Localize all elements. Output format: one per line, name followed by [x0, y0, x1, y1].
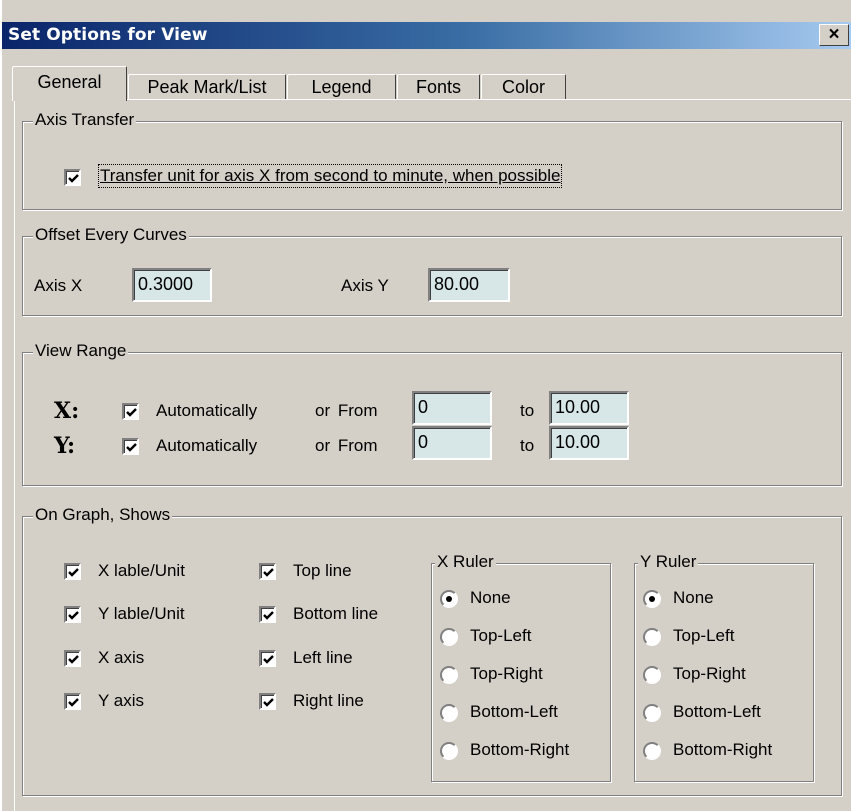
transfer-unit-label[interactable]: Transfer unit for axis X from second to … — [97, 164, 563, 188]
x-automatic-label: Automatically — [156, 401, 258, 420]
y-ruler-bottom-left-label: Bottom-Left — [673, 702, 761, 721]
on-graph-title: On Graph, Shows — [33, 505, 173, 525]
x-ruler-bottom-right-radio[interactable] — [440, 742, 458, 760]
y-label-unit-checkbox[interactable] — [64, 606, 81, 623]
tab-color[interactable]: Color — [481, 74, 566, 100]
x-from-label: or From — [315, 401, 378, 420]
y-ruler-bottom-right-radio[interactable] — [643, 742, 661, 760]
x-range-label: X: — [54, 398, 80, 424]
y-automatic-label: Automatically — [156, 436, 258, 455]
offset-axis-x-label: Axis X — [34, 276, 83, 295]
y-ruler-none-label: None — [673, 588, 714, 607]
offset-group: Offset Every Curves Axis X 0.3000 Axis Y… — [22, 225, 842, 316]
x-ruler-none-label: None — [470, 588, 511, 607]
y-to-label: to — [520, 436, 535, 455]
y-ruler-none-radio[interactable] — [643, 590, 661, 608]
tab-general[interactable]: General — [12, 66, 127, 101]
top-line-label: Top line — [293, 561, 352, 580]
x-to-input[interactable]: 10.00 — [549, 391, 629, 425]
x-to-label: to — [520, 401, 535, 420]
x-ruler-top-right-radio[interactable] — [440, 666, 458, 684]
x-from-input[interactable]: 0 — [412, 391, 492, 425]
tab-legend[interactable]: Legend — [287, 74, 396, 100]
x-ruler-top-right-label: Top-Right — [470, 664, 543, 683]
x-axis-label: X axis — [98, 648, 145, 667]
radio-selected-dot — [649, 596, 655, 602]
bottom-line-label: Bottom line — [293, 604, 379, 623]
window-title: Set Options for View — [8, 25, 208, 45]
view-range-title: View Range — [33, 341, 129, 361]
y-from-label: or From — [315, 436, 378, 455]
y-ruler-top-right-label: Top-Right — [673, 664, 746, 683]
y-ruler-bottom-left-radio[interactable] — [643, 704, 661, 722]
y-ruler-bottom-right-label: Bottom-Right — [673, 740, 773, 759]
y-range-label: Y: — [54, 433, 76, 459]
left-line-label: Left line — [293, 648, 353, 667]
tab-peak-mark-list[interactable]: Peak Mark/List — [128, 74, 286, 100]
check-icon — [68, 174, 79, 183]
y-automatic-checkbox[interactable] — [122, 438, 139, 455]
x-ruler-top-left-label: Top-Left — [470, 626, 532, 645]
check-icon — [68, 655, 79, 664]
x-ruler-title: X Ruler — [435, 552, 496, 572]
transfer-unit-checkbox[interactable] — [64, 169, 81, 186]
x-ruler-bottom-right-label: Bottom-Right — [470, 740, 570, 759]
right-line-label: Right line — [293, 691, 364, 710]
close-button[interactable]: × — [819, 24, 849, 46]
check-icon — [68, 611, 79, 620]
check-icon — [263, 568, 274, 577]
axis-transfer-group: Axis Transfer Transfer unit for axis X f… — [22, 110, 842, 210]
y-to-input[interactable]: 10.00 — [549, 426, 629, 460]
check-icon — [263, 698, 274, 707]
x-label-unit-checkbox[interactable] — [64, 563, 81, 580]
bottom-line-checkbox[interactable] — [259, 606, 276, 623]
y-from-input[interactable]: 0 — [412, 426, 492, 460]
y-label-unit-label: Y lable/Unit — [98, 604, 185, 623]
y-ruler-top-left-radio[interactable] — [643, 628, 661, 646]
y-ruler-top-left-label: Top-Left — [673, 626, 735, 645]
radio-selected-dot — [446, 596, 452, 602]
x-ruler-group: X Ruler None Top-Left Top-Right Bottom-L… — [431, 552, 611, 782]
y-ruler-title: Y Ruler — [638, 552, 699, 572]
offset-title: Offset Every Curves — [33, 225, 189, 245]
offset-axis-x-input[interactable]: 0.3000 — [132, 268, 212, 302]
check-icon — [126, 408, 137, 417]
axis-transfer-title: Axis Transfer — [33, 110, 137, 130]
view-range-group: View Range X: Automatically or From 0 to… — [22, 341, 842, 486]
y-axis-label: Y axis — [98, 691, 144, 710]
x-ruler-bottom-left-label: Bottom-Left — [470, 702, 558, 721]
right-line-checkbox[interactable] — [259, 693, 276, 710]
y-ruler-top-right-radio[interactable] — [643, 666, 661, 684]
x-ruler-bottom-left-radio[interactable] — [440, 704, 458, 722]
x-ruler-top-left-radio[interactable] — [440, 628, 458, 646]
tab-fonts[interactable]: Fonts — [397, 74, 480, 100]
top-line-checkbox[interactable] — [259, 563, 276, 580]
offset-axis-y-label: Axis Y — [341, 276, 389, 295]
x-automatic-checkbox[interactable] — [122, 403, 139, 420]
check-icon — [263, 655, 274, 664]
x-label-unit-label: X lable/Unit — [98, 561, 185, 580]
on-graph-group: On Graph, Shows X lable/Unit Y lable/Uni… — [22, 505, 842, 796]
check-icon — [126, 443, 137, 452]
y-ruler-group: Y Ruler None Top-Left Top-Right Bottom-L… — [634, 552, 814, 782]
title-bar[interactable]: Set Options for View × — [2, 22, 851, 49]
y-axis-checkbox[interactable] — [64, 693, 81, 710]
offset-axis-y-input[interactable]: 80.00 — [428, 268, 510, 302]
check-icon — [68, 568, 79, 577]
x-ruler-none-radio[interactable] — [440, 590, 458, 608]
x-axis-checkbox[interactable] — [64, 650, 81, 667]
check-icon — [68, 698, 79, 707]
options-dialog: Set Options for View × General Peak Mark… — [0, 0, 851, 811]
check-icon — [263, 611, 274, 620]
left-line-checkbox[interactable] — [259, 650, 276, 667]
